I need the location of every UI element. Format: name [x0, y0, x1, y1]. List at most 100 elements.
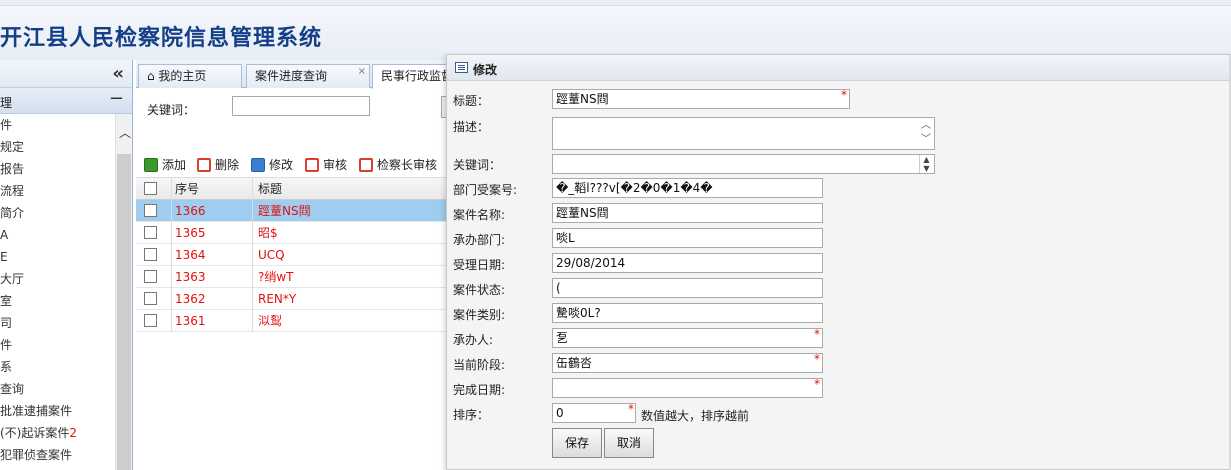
sidebar-item[interactable]: 流程: [0, 180, 115, 202]
order-input[interactable]: 0: [552, 403, 636, 423]
add-button[interactable]: 添加: [144, 156, 186, 174]
table-row[interactable]: 1365 昭$: [136, 222, 448, 244]
table-row[interactable]: 1363 ?绡wT: [136, 266, 448, 288]
sidebar-item[interactable]: 简介: [0, 202, 115, 224]
row-check-cell: [136, 288, 172, 310]
row-no: 1363: [173, 266, 253, 288]
keyword-input[interactable]: [232, 96, 370, 116]
desc-textarea[interactable]: ︿ ﹀: [552, 117, 935, 150]
accept-date-label: 受理日期:: [453, 258, 506, 272]
delete-icon: [197, 158, 211, 172]
tab-case-progress[interactable]: 案件进度查询 ×: [246, 64, 370, 88]
tab-civil-admin-label: 民事行政监督: [381, 69, 448, 83]
row-checkbox[interactable]: [144, 248, 157, 261]
sidebar-item[interactable]: A: [0, 224, 115, 246]
sidebar-item-label: (不)起诉案件: [0, 426, 70, 440]
dept-input[interactable]: 啖L: [552, 228, 823, 248]
keywords-input[interactable]: ▲ ▼: [552, 154, 935, 174]
sidebar-item[interactable]: 件: [0, 334, 115, 356]
row-no: 1362: [173, 288, 253, 310]
sidebar-item[interactable]: 室: [0, 290, 115, 312]
table-row[interactable]: 1364 UCQ: [136, 244, 448, 266]
sidebar-group-label: 理: [0, 96, 13, 110]
required-mark: *: [814, 327, 820, 341]
row-checkbox[interactable]: [144, 270, 157, 283]
sidebar-item[interactable]: 规定: [0, 136, 115, 158]
tab-bar: ⌂ 我的主页 案件进度查询 × 民事行政监督: [136, 60, 448, 89]
textarea-scroll-icon[interactable]: ︿ ﹀: [919, 119, 933, 147]
dialog-title: 修改: [473, 63, 498, 77]
sidebar-item[interactable]: 批准逮捕案件: [0, 400, 115, 422]
sidebar-item[interactable]: 报告: [0, 158, 115, 180]
row-checkbox[interactable]: [144, 314, 157, 327]
delete-button[interactable]: 删除: [197, 156, 239, 174]
row-checkbox[interactable]: [144, 226, 157, 239]
row-checkbox[interactable]: [144, 204, 157, 217]
close-icon[interactable]: ×: [358, 61, 366, 83]
sidebar-item[interactable]: 查询: [0, 378, 115, 400]
group-collapse-icon[interactable]: −: [109, 88, 124, 109]
case-table: 序号△ 标题 1366 踁蕫NS閰 1365 昭$ 1364 UCQ 1363 …: [136, 178, 448, 332]
complete-date-input[interactable]: [552, 378, 823, 398]
scrollbar-thumb[interactable]: [117, 154, 131, 470]
status-input[interactable]: (: [552, 278, 823, 298]
handler-input[interactable]: 乭: [552, 328, 823, 348]
stage-input[interactable]: 缶鶴呇: [552, 353, 823, 373]
row-checkbox[interactable]: [144, 292, 157, 305]
sidebar-item-count: 2: [69, 426, 78, 440]
select-all-checkbox[interactable]: [144, 182, 157, 195]
case-name-input[interactable]: 踁蕫NS閰: [552, 203, 823, 223]
sidebar-item[interactable]: 件: [0, 114, 115, 136]
required-mark: *: [814, 377, 820, 391]
add-icon: [144, 158, 158, 172]
sidebar-item[interactable]: 大厅: [0, 268, 115, 290]
chief-audit-button[interactable]: 检察长审核: [359, 156, 437, 174]
row-title: UCQ: [258, 248, 285, 262]
dialog-title-bar[interactable]: 修改: [447, 55, 1230, 81]
stage-label: 当前阶段:: [453, 358, 506, 372]
category-input[interactable]: 驇啖0L?: [552, 303, 823, 323]
edit-button[interactable]: 修改: [251, 156, 293, 174]
sidebar-item[interactable]: 司: [0, 312, 115, 334]
table-row[interactable]: 1366 踁蕫NS閰: [136, 200, 448, 222]
case-name-label: 案件名称:: [453, 208, 506, 222]
edit-dialog: 修改 标题： 踁蕫NS閰 * 描述： ︿ ﹀ 关键词： ▲ ▼ 部门受案号: �_鞱…: [446, 54, 1231, 470]
search-bar: 关键词：: [136, 90, 451, 146]
accept-date-input[interactable]: 29/08/2014: [552, 253, 823, 273]
chief-audit-icon: [359, 158, 373, 172]
cancel-button[interactable]: 取消: [604, 428, 654, 458]
sidebar-item[interactable]: 系: [0, 356, 115, 378]
table-row[interactable]: 1361 泤䴕: [136, 310, 448, 332]
row-no: 1364: [173, 244, 253, 266]
title-input[interactable]: 踁蕫NS閰: [552, 89, 850, 109]
tab-home-label: ⌂ 我的主页: [147, 69, 207, 83]
header-no[interactable]: 序号△: [173, 178, 253, 200]
sidebar-item[interactable]: E: [0, 246, 115, 268]
sidebar-item[interactable]: 犯罪侦查案件: [0, 444, 115, 466]
dept-case-no-input[interactable]: �_鞱l???v[�2�0�1�4�: [552, 178, 823, 198]
row-title: REN*Y: [258, 292, 297, 306]
sidebar-scrollbar[interactable]: ︿: [115, 114, 132, 470]
scroll-up-icon[interactable]: ︿: [119, 124, 131, 141]
tab-civil-admin[interactable]: 民事行政监督: [372, 64, 448, 89]
required-mark: *: [814, 352, 820, 366]
edit-label: 修改: [269, 158, 294, 172]
handler-label: 承办人:: [453, 333, 494, 347]
order-label: 排序：: [453, 408, 490, 422]
keywords-label: 关键词：: [453, 158, 502, 172]
row-title: ?绡wT: [258, 270, 294, 284]
table-header: 序号△ 标题: [136, 178, 448, 200]
title-label: 标题：: [453, 94, 490, 108]
save-button[interactable]: 保存: [552, 428, 602, 458]
sidebar-item[interactable]: (不)起诉案件2: [0, 422, 115, 444]
keyword-label: 关键词：: [147, 103, 196, 117]
audit-button[interactable]: 审核: [305, 156, 347, 174]
delete-label: 删除: [215, 158, 240, 172]
table-row[interactable]: 1362 REN*Y: [136, 288, 448, 310]
keywords-spin-icon[interactable]: ▲ ▼: [919, 155, 933, 173]
tab-home[interactable]: ⌂ 我的主页: [138, 64, 242, 88]
header-title[interactable]: 标题: [254, 178, 448, 200]
collapse-sidebar-icon[interactable]: «: [112, 63, 124, 84]
toolbar: 添加 删除 修改 审核 检察长审核: [136, 152, 448, 178]
sidebar-group[interactable]: 理 −: [0, 88, 132, 114]
